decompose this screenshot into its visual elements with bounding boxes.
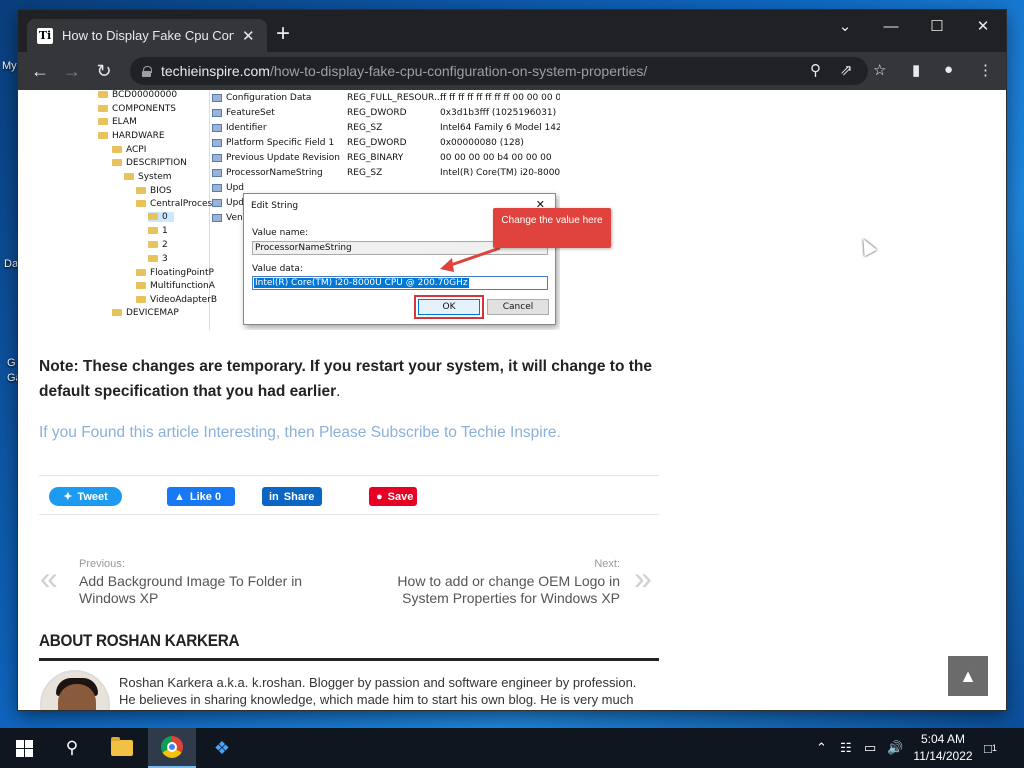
facebook-like-button[interactable]: ▲ Like 0 <box>167 487 235 506</box>
tab-search-button[interactable]: ⌄ <box>822 10 868 42</box>
registry-editor-taskbar-icon[interactable]: ❖ <box>198 728 246 768</box>
start-button[interactable] <box>0 728 48 768</box>
next-post-link[interactable]: Next: How to add or change OEM Logo in S… <box>388 556 620 607</box>
clock-time: 5:04 AM <box>920 732 966 746</box>
browser-toolbar: ← → ↻ techieinspire.com/how-to-display-f… <box>18 52 1006 90</box>
previous-post-title: Add Background Image To Folder in Window… <box>79 573 303 606</box>
volume-icon[interactable]: 🔊 <box>887 728 903 768</box>
author-avatar <box>40 670 110 710</box>
page-viewport: BCD00000000 COMPONENTS ELAM HARDWARE ACP… <box>18 90 1006 710</box>
network-tray-icon[interactable]: ☷ <box>840 728 852 768</box>
share-bar: ✦ Tweet ▲ Like 0 in Share ● Save <box>39 475 659 515</box>
close-window-button[interactable]: ✕ <box>960 10 1006 42</box>
next-post-title: How to add or change OEM Logo in System … <box>397 573 620 606</box>
new-tab-button[interactable]: + <box>276 22 290 46</box>
thumbs-up-icon: ▲ <box>174 490 185 503</box>
url-path: /how-to-display-fake-cpu-configuration-o… <box>269 63 648 79</box>
display-tray-icon[interactable]: ▭ <box>864 728 876 768</box>
system-clock[interactable]: 5:04 AM 11/14/2022 <box>904 731 982 765</box>
author-bio: Roshan Karkera a.k.a. k.roshan. Blogger … <box>119 675 637 707</box>
temporary-changes-note: Note: These changes are temporary. If yo… <box>39 358 652 400</box>
side-panel-icon[interactable]: ▮ <box>912 61 920 79</box>
forward-icon[interactable]: → <box>60 59 84 83</box>
browser-window: Ti How to Display Fake Cpu Configu ✕ + ⌄… <box>18 10 1006 710</box>
previous-chevron-icon[interactable]: « <box>40 560 58 597</box>
tab-strip: Ti How to Display Fake Cpu Configu ✕ + ⌄… <box>18 10 1006 52</box>
mouse-cursor-icon <box>857 235 877 257</box>
file-explorer-icon[interactable] <box>98 728 146 768</box>
registry-screenshot-image: BCD00000000 COMPONENTS ELAM HARDWARE ACP… <box>40 90 560 330</box>
menu-icon[interactable]: ⋮ <box>978 61 993 79</box>
previous-post-link[interactable]: Previous: Add Background Image To Folder… <box>79 556 329 607</box>
desktop-icon-label[interactable]: My <box>2 60 17 72</box>
url-host: techieinspire.com <box>161 63 270 79</box>
annotation-callout: Change the value here <box>493 208 611 248</box>
callout-arrow <box>440 246 501 272</box>
about-author-heading: ABOUT ROSHAN KARKERA <box>39 631 240 650</box>
maximize-button[interactable]: ☐ <box>914 10 960 42</box>
twitter-icon: ✦ <box>63 491 73 503</box>
search-taskbar-icon[interactable]: ⚲ <box>48 728 96 768</box>
notification-center-icon[interactable]: □ 1 <box>984 728 997 768</box>
clock-date: 11/14/2022 <box>913 749 973 763</box>
chrome-taskbar-icon[interactable] <box>148 728 196 768</box>
reload-icon[interactable]: ↻ <box>92 59 116 83</box>
next-chevron-icon[interactable]: » <box>634 560 652 597</box>
tweet-button[interactable]: ✦ Tweet <box>49 487 122 506</box>
linkedin-share-button[interactable]: in Share <box>262 487 322 506</box>
pinterest-icon: ● <box>376 490 383 503</box>
bookmark-star-icon[interactable]: ☆ <box>873 61 886 79</box>
share-icon[interactable]: ⇗ <box>840 61 853 79</box>
lock-icon[interactable] <box>142 65 152 77</box>
site-favicon-icon: Ti <box>37 27 53 44</box>
tab-active[interactable]: Ti How to Display Fake Cpu Configu ✕ <box>27 19 267 52</box>
scroll-to-top-button[interactable]: ▲ <box>948 656 988 696</box>
pinterest-save-button[interactable]: ● Save <box>369 487 417 506</box>
taskbar: ⚲ ❖ ⌃ ☷ ▭ 🔊 5:04 AM 11/14/2022 □ 1 <box>0 728 1024 768</box>
tab-close-icon[interactable]: ✕ <box>242 27 255 45</box>
heading-divider <box>39 658 659 661</box>
address-bar[interactable]: techieinspire.com/how-to-display-fake-cp… <box>130 57 868 85</box>
minimize-button[interactable]: — <box>868 10 914 42</box>
windows-logo-icon <box>15 739 33 757</box>
search-icon[interactable]: ⚲ <box>810 61 821 79</box>
profile-icon[interactable]: ● <box>944 61 953 78</box>
tab-title: How to Display Fake Cpu Configu <box>62 28 234 43</box>
desktop-icon-label[interactable]: Da <box>4 258 18 270</box>
subscribe-link[interactable]: If you Found this article Interesting, t… <box>39 424 561 442</box>
linkedin-icon: in <box>269 490 279 503</box>
back-icon[interactable]: ← <box>28 59 52 83</box>
tray-overflow-icon[interactable]: ⌃ <box>816 728 827 768</box>
desktop-icon-label[interactable]: G <box>7 357 16 369</box>
